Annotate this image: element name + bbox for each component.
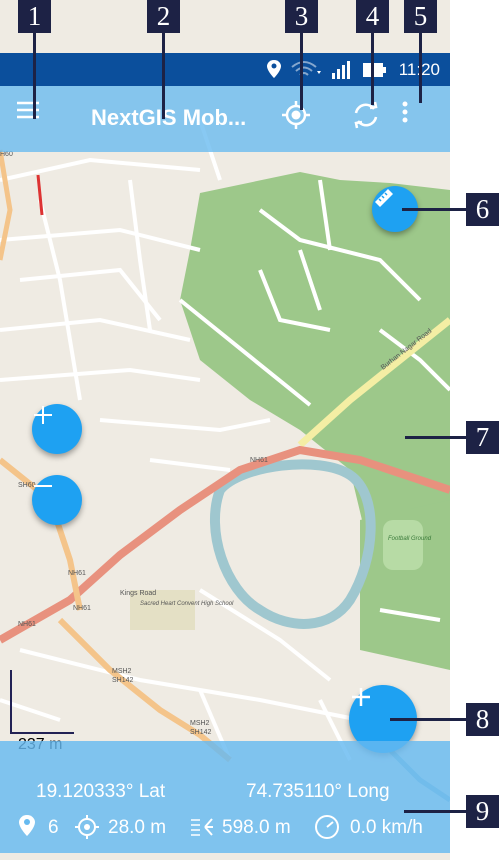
leader-line-8 — [390, 718, 466, 721]
location-info-bar: 19.120333° Lat 74.735110° Long 6 28.0 m … — [0, 741, 450, 853]
zoom-in-button[interactable] — [32, 404, 82, 454]
zoom-out-button[interactable] — [32, 475, 82, 525]
accuracy-icon — [75, 815, 99, 839]
road-label-nh61-b: NH61 — [68, 570, 86, 577]
callout-7: 7 — [466, 421, 499, 454]
sync-button[interactable] — [351, 100, 389, 138]
status-bar: 11:20 — [0, 53, 450, 86]
altitude-value: 598.0 m — [222, 817, 291, 838]
leader-line-4 — [371, 33, 374, 105]
more-vert-icon — [402, 101, 408, 123]
road-label-nh61-d: NH61 — [18, 621, 36, 628]
callout-8: 8 — [466, 703, 499, 736]
ruler-icon — [375, 189, 393, 207]
road-label-msh2-a: MSH2 — [112, 668, 132, 675]
callout-6: 6 — [466, 193, 499, 226]
leader-line-7 — [405, 436, 466, 439]
signal-icon — [332, 61, 350, 79]
road-label-msh2-b: MSH2 — [190, 720, 210, 727]
my-location-icon — [282, 101, 310, 129]
app-title: NextGIS Mob... — [91, 105, 247, 130]
callout-2: 2 — [147, 0, 180, 33]
wifi-icon — [291, 61, 321, 76]
leader-line-6 — [402, 208, 466, 211]
sh60-top — [0, 149, 13, 261]
leader-line-2 — [162, 33, 165, 119]
plus-icon — [352, 688, 370, 706]
callout-1: 1 — [18, 0, 51, 33]
speed-icon — [315, 815, 339, 839]
moat — [209, 459, 376, 629]
longitude-value: 74.735110° Long — [246, 781, 390, 802]
road-label-sh142-b: SH142 — [190, 729, 212, 736]
leader-line-9 — [404, 810, 466, 813]
callout-5: 5 — [404, 0, 437, 33]
road-label-nh61-a: NH61 — [250, 457, 268, 464]
sync-icon — [354, 101, 378, 129]
speed-value: 0.0 km/h — [350, 817, 423, 838]
callout-9: 9 — [466, 795, 499, 828]
road-label-h60: H60 — [0, 151, 13, 158]
scale-bar: 237 m — [10, 669, 76, 753]
place-label-school: Sacred Heart Convent High School — [140, 601, 234, 607]
menu-icon — [17, 101, 39, 119]
road-label-nh61-c: NH61 — [73, 605, 91, 612]
plus-icon — [34, 406, 52, 424]
leader-line-1 — [33, 33, 36, 119]
map-view[interactable]: NH61 NH61 NH61 NH61 SH60 H60 Kings Road … — [0, 0, 450, 860]
leader-line-3 — [300, 33, 303, 110]
callout-4: 4 — [356, 0, 389, 33]
scale-bracket — [10, 670, 74, 734]
callout-3: 3 — [285, 0, 318, 33]
place-label-football: Football Ground — [388, 536, 432, 542]
poi-marker — [36, 174, 44, 216]
location-icon — [267, 60, 281, 78]
app-bar: NextGIS Mob... — [0, 86, 450, 152]
altitude-icon — [191, 818, 213, 836]
road-label-sh142-a: SH142 — [112, 677, 134, 684]
latitude-value: 19.120333° Lat — [36, 781, 166, 802]
minus-icon — [34, 485, 52, 487]
satellite-count: 6 — [48, 817, 59, 838]
location-icon — [19, 815, 35, 836]
more-options-button[interactable] — [401, 100, 439, 138]
road-label-kings-road: Kings Road — [120, 590, 156, 597]
football-ground — [383, 520, 423, 570]
accuracy-value: 28.0 m — [108, 817, 167, 838]
battery-icon — [363, 63, 386, 77]
leader-line-5 — [419, 33, 422, 103]
